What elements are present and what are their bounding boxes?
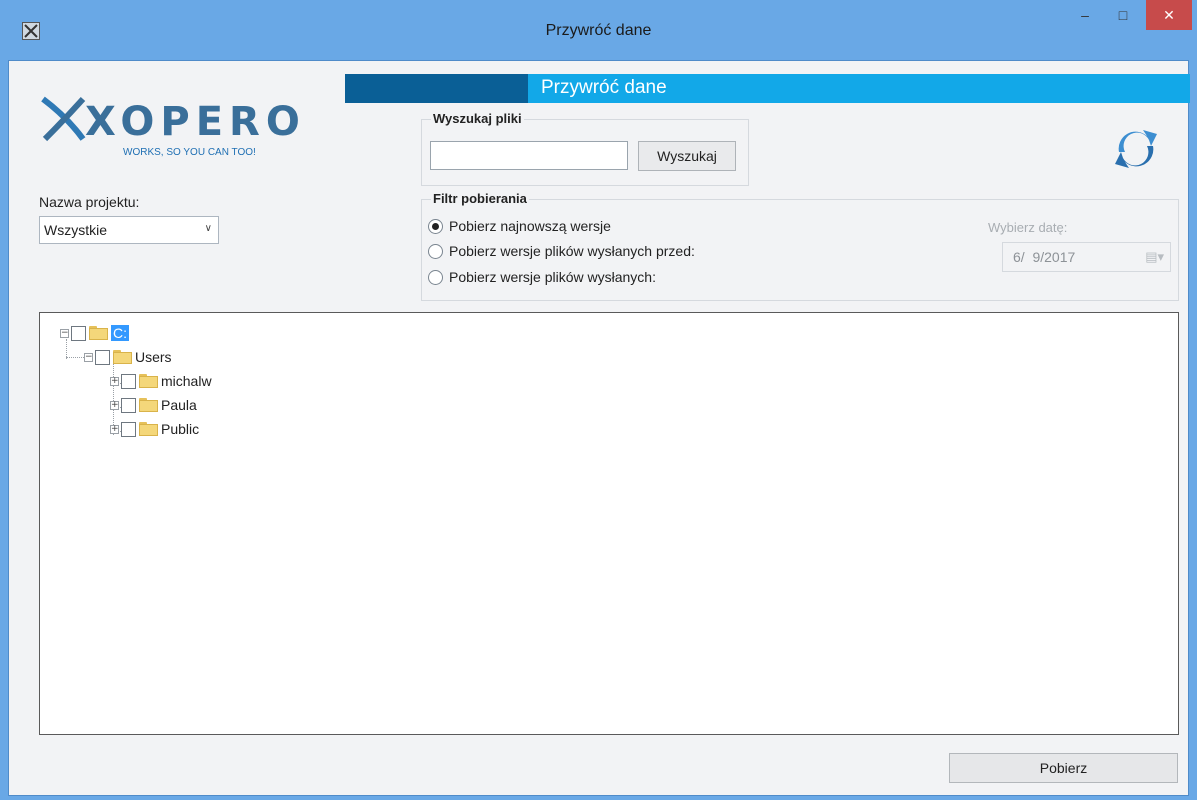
tree-node-label[interactable]: Public bbox=[161, 421, 199, 437]
download-filter-group: Filtr pobierania Pobierz najnowszą wersj… bbox=[421, 191, 1179, 301]
refresh-icon[interactable] bbox=[1111, 124, 1161, 174]
tree-checkbox[interactable] bbox=[121, 397, 136, 413]
search-input[interactable] bbox=[430, 141, 628, 170]
xopero-logo: XOPERO WORKS, SO YOU CAN TOO! bbox=[39, 83, 309, 163]
folder-icon bbox=[89, 326, 108, 340]
tree-checkbox[interactable] bbox=[121, 421, 136, 437]
tree-node-paula[interactable]: + Paula bbox=[110, 395, 197, 415]
chevron-down-icon: ∨ bbox=[204, 223, 212, 234]
collapse-icon[interactable]: − bbox=[60, 328, 69, 338]
logo-tagline: WORKS, SO YOU CAN TOO! bbox=[123, 147, 256, 158]
project-dropdown[interactable]: Wszystkie ∨ bbox=[39, 216, 219, 244]
header-banner: Przywróć dane bbox=[345, 74, 1190, 103]
search-group: Wyszukaj pliki Wyszukaj bbox=[421, 111, 749, 186]
folder-icon bbox=[139, 374, 158, 388]
folder-icon bbox=[139, 422, 158, 436]
minimize-icon: – bbox=[1081, 7, 1089, 23]
expand-icon[interactable]: + bbox=[110, 376, 119, 386]
search-button[interactable]: Wyszukaj bbox=[638, 141, 736, 171]
date-picker[interactable]: 6/ 9/2017 ▤▾ bbox=[1002, 242, 1171, 272]
tree-node-michalw[interactable]: + michalw bbox=[110, 371, 212, 391]
banner-accent bbox=[345, 74, 528, 103]
app-window: Przywróć dane – □ ✕ XOPERO WORKS, SO YOU… bbox=[0, 0, 1197, 800]
radio-latest-version[interactable]: Pobierz najnowszą wersje bbox=[428, 218, 611, 234]
close-button[interactable]: ✕ bbox=[1146, 0, 1192, 30]
main-panel: XOPERO WORKS, SO YOU CAN TOO! Przywróć d… bbox=[8, 60, 1190, 796]
date-value: 6/ 9/2017 bbox=[1013, 249, 1076, 265]
tree-node-label[interactable]: C: bbox=[111, 325, 129, 341]
expand-icon[interactable]: + bbox=[110, 424, 119, 434]
tree-node-root[interactable]: − C: bbox=[60, 323, 129, 343]
tree-checkbox[interactable] bbox=[71, 325, 86, 341]
project-label: Nazwa projektu: bbox=[39, 194, 140, 210]
radio-label: Pobierz wersje plików wysłanych: bbox=[449, 269, 656, 285]
radio-button[interactable] bbox=[428, 243, 443, 259]
date-label: Wybierz datę: bbox=[988, 220, 1068, 235]
window-title: Przywróć dane bbox=[545, 22, 652, 39]
tree-node-label[interactable]: Paula bbox=[161, 397, 197, 413]
tree-node-public[interactable]: + Public bbox=[110, 419, 199, 439]
folder-icon bbox=[139, 398, 158, 412]
radio-label: Pobierz wersje plików wysłanych przed: bbox=[449, 243, 695, 259]
title-bar[interactable]: Przywróć dane – □ ✕ bbox=[0, 0, 1197, 60]
filter-group-title: Filtr pobierania bbox=[431, 191, 529, 206]
radio-sent-on[interactable]: Pobierz wersje plików wysłanych: bbox=[428, 269, 656, 285]
logo-wordmark: XOPERO bbox=[85, 99, 306, 145]
tree-node-label[interactable]: Users bbox=[135, 349, 172, 365]
expand-icon[interactable]: + bbox=[110, 400, 119, 410]
banner-title: Przywróć dane bbox=[541, 77, 667, 98]
radio-button[interactable] bbox=[428, 218, 443, 234]
tree-node-users[interactable]: − Users bbox=[84, 347, 172, 367]
radio-sent-before[interactable]: Pobierz wersje plików wysłanych przed: bbox=[428, 243, 695, 259]
close-icon: ✕ bbox=[1163, 6, 1175, 23]
tree-node-label[interactable]: michalw bbox=[161, 373, 212, 389]
file-tree[interactable]: − C: − Users + michalw + Paula + Public bbox=[39, 312, 1179, 735]
download-button[interactable]: Pobierz bbox=[949, 753, 1178, 783]
collapse-icon[interactable]: − bbox=[84, 352, 93, 362]
calendar-icon: ▤▾ bbox=[1145, 249, 1164, 264]
maximize-button[interactable]: □ bbox=[1100, 0, 1146, 30]
tree-checkbox[interactable] bbox=[121, 373, 136, 389]
tree-checkbox[interactable] bbox=[95, 349, 110, 365]
project-selected-value: Wszystkie bbox=[44, 222, 107, 238]
radio-label: Pobierz najnowszą wersje bbox=[449, 218, 611, 234]
search-group-title: Wyszukaj pliki bbox=[431, 111, 524, 126]
radio-button[interactable] bbox=[428, 269, 443, 285]
maximize-icon: □ bbox=[1118, 7, 1128, 23]
folder-icon bbox=[113, 350, 132, 364]
